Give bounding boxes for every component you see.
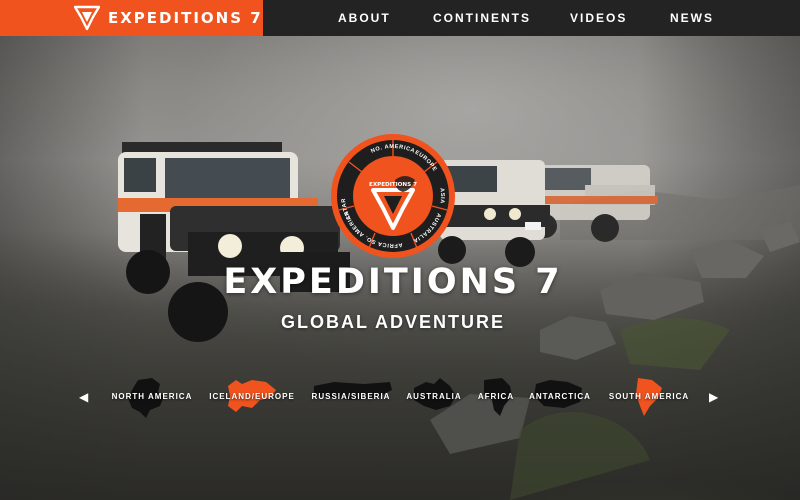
chevron-left-icon[interactable]: ◀	[79, 388, 88, 406]
continent-label: AFRICA	[477, 392, 515, 401]
continent-label: RUSSIA/SIBERIA	[311, 392, 391, 401]
nav-news-link[interactable]: NEWS	[670, 0, 714, 36]
nav-videos-link[interactable]: VIDEOS	[570, 0, 627, 36]
expedition-emblem: NO. AMERICA EUROPE ASIA AUSTRALIA AFRICA…	[327, 128, 457, 260]
top-navigation-bar: EXPEDITIONS 7 ABOUT CONTINENTS VIDEOS NE…	[0, 0, 800, 36]
continent-label: ANTARCTICA	[529, 392, 591, 401]
brand-mark-icon	[74, 5, 100, 31]
hero-subtitle: GLOBAL ADVENTURE	[280, 312, 505, 332]
continent-item-north-america[interactable]: NORTH AMERICA	[108, 372, 196, 422]
continent-item-south-america[interactable]: SOUTH AMERICA	[604, 372, 694, 422]
continent-label: NORTH AMERICA	[111, 392, 193, 401]
emblem-center-text: EXPEDITIONS 7	[369, 182, 417, 188]
chevron-right-icon[interactable]: ▶	[709, 388, 718, 406]
hero-title: EXPEDITIONS 7	[223, 262, 563, 302]
continent-item-iceland-europe[interactable]: ICELAND/EUROPE	[206, 372, 298, 422]
nav-about-link[interactable]: ABOUT	[338, 0, 391, 36]
brand-logo-link[interactable]: EXPEDITIONS 7	[0, 0, 263, 36]
continent-item-africa[interactable]: AFRICA	[474, 372, 518, 422]
continent-item-australia[interactable]: AUSTRALIA	[404, 372, 464, 422]
brand-name: EXPEDITIONS 7	[108, 9, 263, 27]
nav-continents-link[interactable]: CONTINENTS	[433, 0, 531, 36]
continent-label: AUSTRALIA	[406, 392, 462, 401]
continent-label: ICELAND/EUROPE	[209, 392, 295, 401]
svg-text:ASIA: ASIA	[438, 188, 445, 205]
continent-item-antarctica[interactable]: ANTARCTICA	[526, 372, 594, 422]
continent-carousel: ◀ NORTH AMERICA ICELAND/EUROPE RUSSIA/SI…	[0, 372, 800, 422]
continent-item-russia-siberia[interactable]: RUSSIA/SIBERIA	[308, 372, 394, 422]
main-navigation: ABOUT CONTINENTS VIDEOS NEWS	[263, 0, 800, 36]
continent-label: SOUTH AMERICA	[608, 392, 690, 401]
emblem-label-asia: ASIA	[438, 188, 444, 205]
